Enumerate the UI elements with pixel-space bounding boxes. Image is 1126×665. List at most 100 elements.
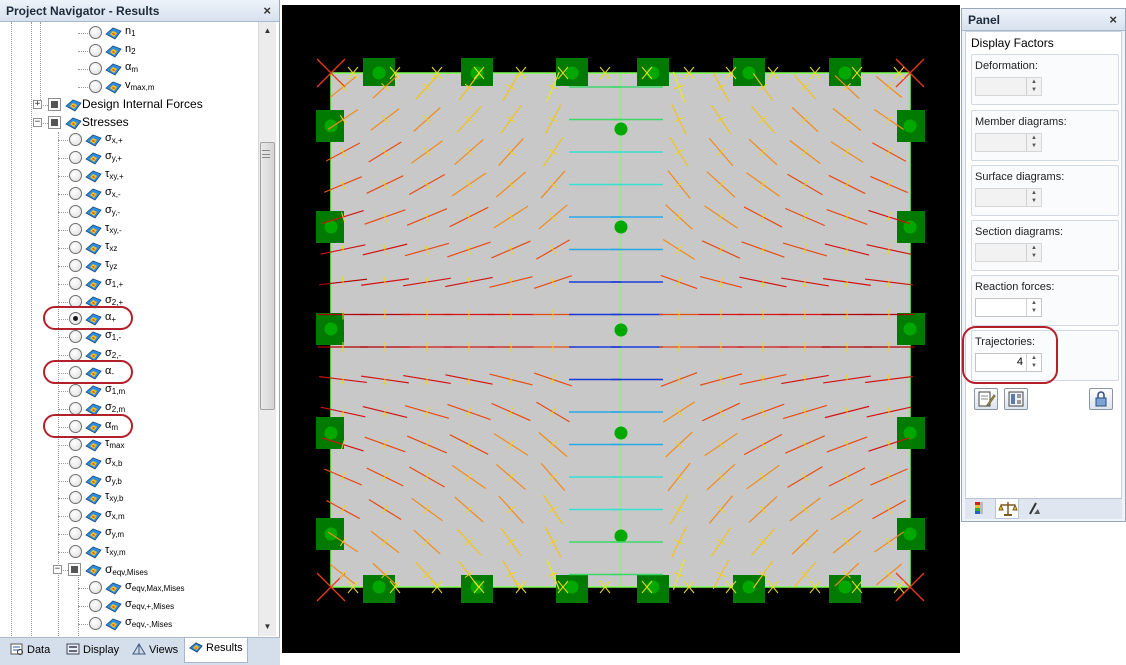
panel-close-icon[interactable]: × [1109, 9, 1117, 31]
spin-up-icon[interactable]: ▲ [1027, 299, 1041, 307]
tree-item-sy-plus[interactable]: σy,+ [0, 149, 258, 167]
result-radio[interactable] [69, 187, 82, 201]
result-radio[interactable] [69, 437, 82, 451]
result-radio[interactable] [69, 545, 82, 559]
scroll-down-icon[interactable]: ▼ [259, 618, 276, 635]
result-radio[interactable] [89, 79, 102, 93]
tree-item-label: σx,b [105, 455, 122, 468]
tab-display[interactable]: Display [62, 640, 123, 662]
tree-item-s2-plus[interactable]: σ2,+ [0, 293, 258, 311]
settings-button[interactable] [1004, 388, 1028, 410]
tree-item-sx-plus[interactable]: σx,+ [0, 131, 258, 149]
result-radio[interactable] [69, 330, 82, 344]
result-radio[interactable] [69, 384, 82, 397]
tree-item-label: τxy,- [105, 222, 122, 235]
project-navigator: Project Navigator - Results × n1 n2 αm vmax… [0, 0, 280, 665]
tree-item-txy-minus[interactable]: τxy,- [0, 221, 258, 239]
result-radio[interactable] [69, 473, 82, 487]
tree-item-s2-minus[interactable]: σ2,- [0, 346, 258, 364]
tree-item-n2[interactable]: n2 [0, 42, 258, 60]
navigator-scrollbar[interactable]: ▲ ▼ [258, 22, 276, 636]
collapse-icon[interactable]: − [53, 565, 62, 574]
panel-tab-filter[interactable] [1022, 499, 1046, 519]
tree-item-label: Stresses [82, 114, 129, 129]
results-surface-icon [105, 81, 122, 94]
collapse-icon[interactable]: − [33, 117, 42, 127]
tree-item-label: σ2,+ [105, 294, 123, 307]
tree-item-seqv-plus-mises[interactable]: σeqv,+,Mises [0, 597, 258, 615]
views-icon [132, 643, 146, 655]
tree-item-txy-m[interactable]: τxy,m [0, 543, 258, 561]
tree-item-design-internal-forces[interactable]: + Design Internal Forces [0, 96, 258, 114]
result-radio[interactable] [69, 133, 82, 147]
navigator-close-icon[interactable]: × [263, 0, 271, 22]
folder-checkbox[interactable] [68, 563, 81, 576]
tree-item-sx-b[interactable]: σx,b [0, 454, 258, 472]
result-radio[interactable] [69, 240, 82, 254]
result-radio[interactable] [69, 527, 82, 541]
result-radio[interactable] [89, 61, 102, 75]
subscript: max [109, 440, 125, 450]
tree-item-txy-b[interactable]: τxy,b [0, 489, 258, 507]
result-radio[interactable] [89, 616, 102, 630]
result-radio[interactable] [69, 276, 82, 290]
result-radio[interactable] [89, 580, 102, 594]
tree-item-sy-m[interactable]: σy,m [0, 525, 258, 543]
tab-data[interactable]: Data [6, 640, 54, 662]
tree-item-alpha-m-top[interactable]: αm [0, 60, 258, 78]
tree-item-tyz[interactable]: τyz [0, 257, 258, 275]
tree-item-n1[interactable]: n1 [0, 24, 258, 42]
tree-connector [58, 355, 68, 357]
tree-item-sy-b[interactable]: σy,b [0, 472, 258, 490]
result-radio[interactable] [69, 151, 82, 165]
result-radio[interactable] [69, 491, 82, 505]
tree-item-tmax[interactable]: τmax [0, 436, 258, 454]
tree-item-s1-m[interactable]: σ1,m [0, 382, 258, 400]
edit-button[interactable] [974, 388, 998, 410]
tree-item-sx-m[interactable]: σx,m [0, 507, 258, 525]
result-radio[interactable] [69, 455, 82, 469]
result-radio[interactable] [69, 509, 82, 523]
subscript: m [131, 64, 139, 74]
tree-item-sy-minus[interactable]: σy,- [0, 203, 258, 221]
tree-item-s1-minus[interactable]: σ1,- [0, 328, 258, 346]
tree-item-seqv-max-mises[interactable]: σeqv,Max,Mises [0, 579, 258, 597]
tab-views[interactable]: Views [128, 640, 182, 662]
panel-tab-colors[interactable] [968, 499, 992, 519]
result-radio[interactable] [89, 43, 102, 57]
spin-down-icon[interactable]: ▼ [1027, 307, 1041, 315]
deformation-spinner: ▲ ▼ [975, 77, 1042, 96]
scrollbar-thumb[interactable] [260, 142, 275, 410]
tree-item-s1-plus[interactable]: σ1,+ [0, 275, 258, 293]
tree-item-v-max-m[interactable]: vmax,m [0, 78, 258, 96]
expand-icon[interactable]: + [33, 99, 42, 109]
spin-up-icon: ▲ [1031, 135, 1037, 141]
result-radio[interactable] [69, 169, 82, 183]
scroll-up-icon[interactable]: ▲ [259, 22, 276, 39]
tree-item-txz[interactable]: τxz [0, 239, 258, 257]
folder-checkbox[interactable] [48, 97, 61, 111]
reaction-forces-spinner[interactable]: ▲ ▼ [975, 298, 1042, 317]
tree-item-s2-m[interactable]: σ2,m [0, 400, 258, 418]
deformation-group: Deformation: ▲ ▼ [971, 54, 1119, 105]
tree-item-sx-minus[interactable]: σx,- [0, 185, 258, 203]
model-view[interactable] [282, 5, 960, 653]
result-radio[interactable] [69, 401, 82, 415]
result-radio[interactable] [89, 26, 102, 39]
tree-item-seqv-minus-mises[interactable]: σeqv,-,Mises [0, 615, 258, 633]
symbol: σ [105, 526, 112, 539]
tab-results[interactable]: Results [184, 638, 248, 663]
result-radio[interactable] [89, 598, 102, 612]
panel-tab-factors[interactable] [995, 499, 1019, 519]
graphics-canvas[interactable] [282, 5, 960, 653]
result-radio[interactable] [69, 222, 82, 236]
result-radio[interactable] [69, 205, 82, 218]
subscript: xy,+ [109, 172, 124, 182]
folder-checkbox[interactable] [48, 115, 61, 129]
tree-item-label: σ1,m [105, 383, 125, 396]
lock-button[interactable] [1089, 388, 1113, 410]
tree-item-txy-plus[interactable]: τxy,+ [0, 167, 258, 185]
result-radio[interactable] [69, 258, 82, 272]
tree-item-seqv-mises[interactable]: − σeqv,Mises [0, 561, 258, 579]
tree-item-stresses[interactable]: − Stresses [0, 114, 258, 132]
